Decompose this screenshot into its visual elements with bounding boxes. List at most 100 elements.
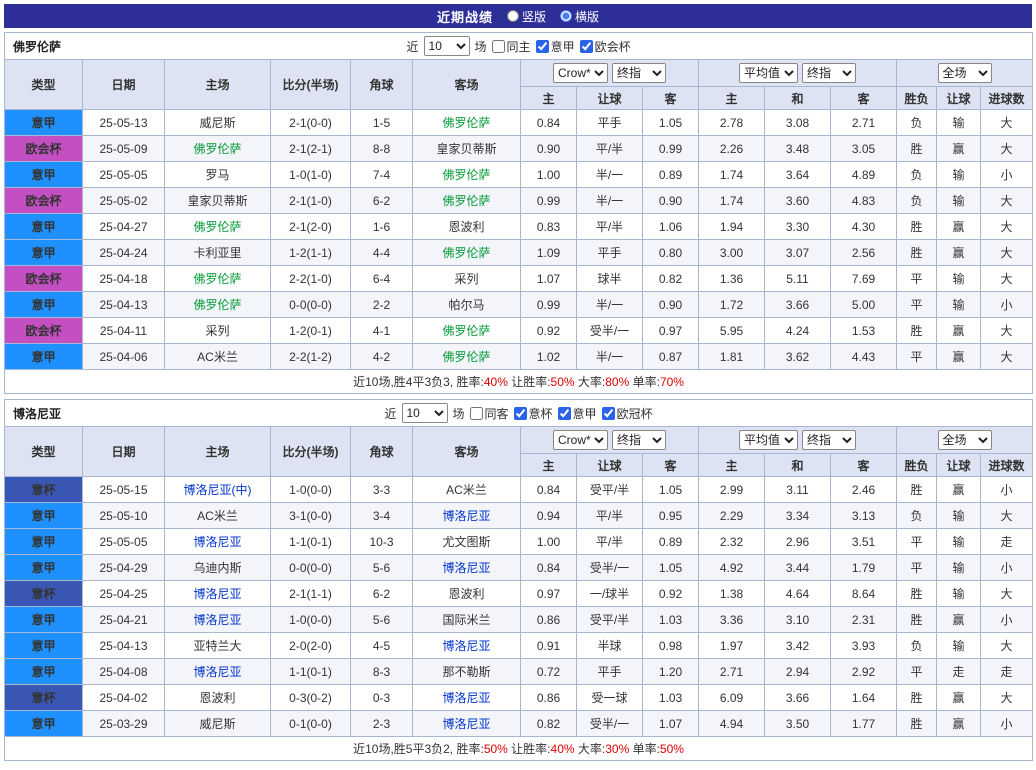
filter-checkbox[interactable] bbox=[536, 40, 549, 53]
home-team: 皇家贝蒂斯 bbox=[165, 188, 271, 214]
asian-away-odds: 0.95 bbox=[643, 503, 699, 529]
match-type-badge: 意杯 bbox=[5, 581, 83, 607]
filter-checkbox[interactable] bbox=[602, 407, 615, 420]
away-team: 佛罗伦萨 bbox=[413, 344, 521, 370]
column-header: 日期 bbox=[83, 60, 165, 110]
column-subheader: 主 bbox=[699, 87, 765, 110]
goals-outcome: 大 bbox=[981, 503, 1033, 529]
column-header: 客场 bbox=[413, 427, 521, 477]
horizontal-layout-radio[interactable] bbox=[560, 10, 572, 22]
handicap-outcome: 输 bbox=[937, 266, 981, 292]
recent-label-prefix: 近 bbox=[407, 38, 419, 55]
euro-odds-stage-select[interactable]: 终指 bbox=[802, 430, 856, 450]
layout-option-vertical[interactable]: 竖版 bbox=[507, 8, 546, 25]
recent-count-select[interactable]: 10 bbox=[402, 403, 448, 423]
away-team: 佛罗伦萨 bbox=[413, 110, 521, 136]
filter-option-1-2[interactable]: 意甲 bbox=[558, 405, 597, 422]
asian-handicap: 球半 bbox=[577, 266, 643, 292]
euro-away-odds: 1.79 bbox=[831, 555, 897, 581]
asian-handicap: 平/半 bbox=[577, 503, 643, 529]
recent-count-select[interactable]: 10 bbox=[424, 36, 470, 56]
euro-away-odds: 5.00 bbox=[831, 292, 897, 318]
match-row: 意杯25-04-25博洛尼亚2-1(1-1)6-2恩波利0.97一/球半0.92… bbox=[5, 581, 1033, 607]
column-header: 比分(半场) bbox=[271, 427, 351, 477]
asian-away-odds: 0.90 bbox=[643, 188, 699, 214]
score: 2-1(1-1) bbox=[271, 581, 351, 607]
euro-draw-odds: 3.60 bbox=[765, 188, 831, 214]
summary-segment: 近10场,胜5平3负2, 胜率: bbox=[353, 742, 484, 756]
filter-checkbox[interactable] bbox=[470, 407, 483, 420]
filter-option-1-1[interactable]: 意杯 bbox=[514, 405, 553, 422]
corner-score: 6-2 bbox=[351, 581, 413, 607]
result-outcome: 胜 bbox=[897, 607, 937, 633]
euro-average-select[interactable]: 平均值 bbox=[739, 430, 798, 450]
euro-draw-odds: 2.94 bbox=[765, 659, 831, 685]
match-date: 25-05-10 bbox=[83, 503, 165, 529]
corner-score: 6-2 bbox=[351, 188, 413, 214]
euro-away-odds: 2.31 bbox=[831, 607, 897, 633]
asian-odds-stage-select[interactable]: 终指 bbox=[612, 430, 666, 450]
recent-label-suffix: 场 bbox=[453, 405, 465, 422]
match-row: 意甲25-04-06AC米兰2-2(1-2)4-2佛罗伦萨1.02半/一0.87… bbox=[5, 344, 1033, 370]
vertical-layout-radio[interactable] bbox=[507, 10, 519, 22]
match-type-badge: 意甲 bbox=[5, 162, 83, 188]
asian-home-odds: 1.00 bbox=[521, 529, 577, 555]
filter-option-1-0[interactable]: 同客 bbox=[470, 405, 509, 422]
euro-home-odds: 1.36 bbox=[699, 266, 765, 292]
asian-away-odds: 1.03 bbox=[643, 685, 699, 711]
euro-odds-stage-select[interactable]: 终指 bbox=[802, 63, 856, 83]
filter-option-0-1[interactable]: 意甲 bbox=[536, 38, 575, 55]
bookmaker-select[interactable]: Crow* bbox=[553, 63, 608, 83]
euro-away-odds: 8.64 bbox=[831, 581, 897, 607]
away-team: 国际米兰 bbox=[413, 607, 521, 633]
score: 1-0(0-0) bbox=[271, 477, 351, 503]
euro-draw-odds: 3.50 bbox=[765, 711, 831, 737]
goals-outcome: 大 bbox=[981, 188, 1033, 214]
scope-select[interactable]: 全场 bbox=[938, 63, 992, 83]
asian-away-odds: 0.89 bbox=[643, 162, 699, 188]
column-header: 角球 bbox=[351, 427, 413, 477]
score: 0-0(0-0) bbox=[271, 292, 351, 318]
scope-select[interactable]: 全场 bbox=[938, 430, 992, 450]
recent-label-suffix: 场 bbox=[475, 38, 487, 55]
euro-home-odds: 6.09 bbox=[699, 685, 765, 711]
result-outcome: 平 bbox=[897, 344, 937, 370]
home-team: AC米兰 bbox=[165, 503, 271, 529]
euro-away-odds: 4.30 bbox=[831, 214, 897, 240]
filter-checkbox[interactable] bbox=[514, 407, 527, 420]
asian-home-odds: 0.92 bbox=[521, 318, 577, 344]
bookmaker-select[interactable]: Crow* bbox=[553, 430, 608, 450]
away-team: 佛罗伦萨 bbox=[413, 240, 521, 266]
euro-draw-odds: 3.44 bbox=[765, 555, 831, 581]
filter-option-0-2[interactable]: 欧会杯 bbox=[580, 38, 631, 55]
match-type-badge: 意杯 bbox=[5, 477, 83, 503]
euro-home-odds: 2.29 bbox=[699, 503, 765, 529]
asian-home-odds: 1.09 bbox=[521, 240, 577, 266]
result-outcome: 胜 bbox=[897, 581, 937, 607]
filter-option-0-0[interactable]: 同主 bbox=[492, 38, 531, 55]
handicap-outcome: 输 bbox=[937, 555, 981, 581]
asian-handicap: 半/一 bbox=[577, 292, 643, 318]
euro-home-odds: 2.32 bbox=[699, 529, 765, 555]
summary-segment: 近10场,胜4平3负3, 胜率: bbox=[353, 375, 484, 389]
corner-score: 4-2 bbox=[351, 344, 413, 370]
filter-checkbox[interactable] bbox=[492, 40, 505, 53]
asian-away-odds: 1.03 bbox=[643, 607, 699, 633]
home-team: 佛罗伦萨 bbox=[165, 292, 271, 318]
filter-option-1-3[interactable]: 欧冠杯 bbox=[602, 405, 653, 422]
goals-outcome: 走 bbox=[981, 529, 1033, 555]
layout-option-horizontal[interactable]: 横版 bbox=[560, 8, 599, 25]
match-row: 欧会杯25-04-11采列1-2(0-1)4-1佛罗伦萨0.92受半/一0.97… bbox=[5, 318, 1033, 344]
asian-home-odds: 0.99 bbox=[521, 188, 577, 214]
euro-home-odds: 1.38 bbox=[699, 581, 765, 607]
home-team: 亚特兰大 bbox=[165, 633, 271, 659]
euro-average-select[interactable]: 平均值 bbox=[739, 63, 798, 83]
asian-away-odds: 0.99 bbox=[643, 136, 699, 162]
column-header: 主场 bbox=[165, 427, 271, 477]
handicap-outcome: 赢 bbox=[937, 136, 981, 162]
asian-odds-stage-select[interactable]: 终指 bbox=[612, 63, 666, 83]
asian-handicap: 平手 bbox=[577, 659, 643, 685]
match-type-badge: 意甲 bbox=[5, 633, 83, 659]
filter-checkbox[interactable] bbox=[558, 407, 571, 420]
filter-checkbox[interactable] bbox=[580, 40, 593, 53]
